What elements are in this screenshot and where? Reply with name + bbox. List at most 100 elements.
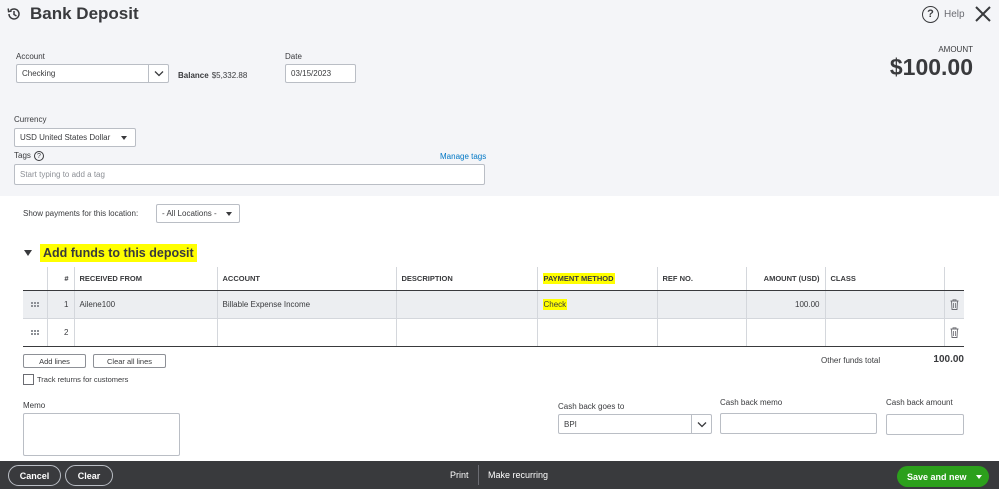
- question-icon: ?: [922, 5, 939, 23]
- amount-label: AMOUNT: [938, 45, 973, 54]
- account-select[interactable]: Checking: [16, 64, 169, 83]
- track-returns-label: Track returns for customers: [37, 375, 129, 384]
- cash-back-amount-label: Cash back amount: [886, 398, 953, 407]
- class-cell[interactable]: [825, 290, 945, 319]
- cash-back-dropdown-button[interactable]: [691, 415, 711, 433]
- account-dropdown-button[interactable]: [148, 65, 168, 82]
- help-label: Help: [944, 8, 965, 20]
- balance-label: Balance: [178, 71, 209, 80]
- account-cell[interactable]: [217, 318, 397, 347]
- save-and-new-label: Save and new: [907, 471, 967, 482]
- make-recurring-button[interactable]: Make recurring: [488, 470, 548, 480]
- table-header: # RECEIVED FROM ACCOUNT DESCRIPTION PAYM…: [23, 267, 964, 291]
- cash-back-memo-input[interactable]: [720, 413, 877, 434]
- caret-down-icon[interactable]: [976, 474, 982, 479]
- payment-method-cell[interactable]: Check: [537, 290, 658, 319]
- delete-line-button[interactable]: [944, 290, 964, 319]
- col-header: CLASS: [825, 267, 945, 291]
- col-header: DESCRIPTION: [396, 267, 538, 291]
- drag-handle[interactable]: [23, 290, 48, 319]
- collapse-caret-icon: [24, 249, 32, 256]
- amount-total: $100.00: [889, 54, 973, 80]
- col-header: #: [47, 267, 75, 291]
- col-header: [23, 267, 48, 291]
- cash-back-account-select[interactable]: BPI: [558, 414, 712, 434]
- ref-no-cell[interactable]: [657, 290, 747, 319]
- header-area: Bank Deposit ? Help Account Checking Bal…: [0, 0, 999, 196]
- description-cell[interactable]: [396, 318, 538, 347]
- payment-method-header: PAYMENT METHOD: [542, 272, 615, 284]
- other-funds-total-label: Other funds total: [821, 356, 881, 365]
- cash-back-amount-input[interactable]: [886, 414, 964, 435]
- payment-method-value: Check: [542, 298, 568, 310]
- track-returns-checkbox[interactable]: [23, 374, 34, 385]
- memo-label: Memo: [23, 401, 46, 410]
- cash-back-memo-label: Cash back memo: [720, 398, 783, 407]
- received-from-cell[interactable]: Ailene100: [74, 290, 218, 319]
- question-icon[interactable]: ?: [33, 151, 44, 161]
- memo-textarea[interactable]: [23, 413, 180, 456]
- funds-section-toggle[interactable]: Add funds to this deposit: [24, 243, 197, 262]
- clear-button[interactable]: Clear: [65, 465, 113, 486]
- history-icon[interactable]: [6, 6, 22, 22]
- currency-select[interactable]: USD United States Dollar: [14, 128, 136, 147]
- footer-bar: Cancel Clear Print Make recurring: [0, 461, 999, 489]
- save-and-new-button[interactable]: Save and new: [897, 466, 989, 487]
- account-label: Account: [16, 52, 45, 61]
- tags-input[interactable]: Start typing to add a tag: [14, 164, 485, 185]
- table-row[interactable]: 1 Ailene100 Billable Expense Income Chec…: [23, 290, 964, 319]
- trash-icon: [950, 298, 959, 310]
- date-label: Date: [285, 52, 302, 61]
- date-value: 03/15/2023: [291, 69, 332, 78]
- date-input[interactable]: 03/15/2023: [285, 64, 356, 83]
- add-lines-button[interactable]: Add lines: [23, 354, 86, 368]
- col-header: RECEIVED FROM: [74, 267, 218, 291]
- close-icon[interactable]: [973, 4, 993, 24]
- col-header: [944, 267, 964, 291]
- caret-down-icon: [226, 211, 232, 216]
- cancel-button[interactable]: Cancel: [8, 465, 61, 486]
- title-bar: Bank Deposit ? Help: [0, 0, 999, 30]
- location-select[interactable]: - All Locations -: [156, 204, 240, 223]
- footer-divider: [478, 465, 479, 485]
- col-header-payment-method: PAYMENT METHOD: [537, 267, 658, 291]
- page-title: Bank Deposit: [30, 4, 139, 23]
- cash-back-goes-to-label: Cash back goes to: [558, 402, 625, 411]
- drag-handle[interactable]: [23, 318, 48, 347]
- payment-method-cell[interactable]: [537, 318, 658, 347]
- col-header: ACCOUNT: [217, 267, 397, 291]
- clear-all-lines-button[interactable]: Clear all lines: [93, 354, 166, 368]
- line-number: 2: [47, 318, 75, 347]
- received-from-cell[interactable]: [74, 318, 218, 347]
- col-header: AMOUNT (USD): [746, 267, 826, 291]
- drag-handle-icon: [30, 329, 39, 335]
- amount-cell[interactable]: 100.00: [746, 290, 826, 319]
- line-number: 1: [47, 290, 75, 319]
- caret-down-icon: [121, 135, 127, 140]
- location-filter-label: Show payments for this location:: [23, 209, 139, 218]
- trash-icon: [950, 326, 959, 338]
- description-cell[interactable]: [396, 290, 538, 319]
- help-button[interactable]: ? Help: [922, 5, 965, 23]
- account-value: Checking: [22, 69, 56, 78]
- amount-cell[interactable]: [746, 318, 826, 347]
- account-cell[interactable]: Billable Expense Income: [217, 290, 397, 319]
- print-button[interactable]: Print: [450, 470, 469, 480]
- cash-back-account-value: BPI: [564, 419, 577, 429]
- currency-value: USD United States Dollar: [20, 133, 111, 142]
- balance-value: $5,332.88: [211, 71, 248, 80]
- other-funds-total-value: 100.00: [933, 354, 964, 365]
- delete-line-button[interactable]: [944, 318, 964, 347]
- manage-tags-link[interactable]: Manage tags: [440, 152, 486, 161]
- chevron-down-icon: [697, 421, 706, 427]
- class-cell[interactable]: [825, 318, 945, 347]
- tags-label: Tags: [14, 151, 31, 161]
- ref-no-cell[interactable]: [657, 318, 747, 347]
- tags-label-wrap: Tags?: [14, 151, 44, 161]
- currency-label: Currency: [14, 115, 47, 124]
- drag-handle-icon: [30, 301, 39, 307]
- funds-table: # RECEIVED FROM ACCOUNT DESCRIPTION PAYM…: [23, 267, 964, 347]
- balance: Balance $5,332.88: [178, 71, 247, 80]
- funds-section-title: Add funds to this deposit: [40, 243, 197, 262]
- table-row[interactable]: 2: [23, 318, 964, 347]
